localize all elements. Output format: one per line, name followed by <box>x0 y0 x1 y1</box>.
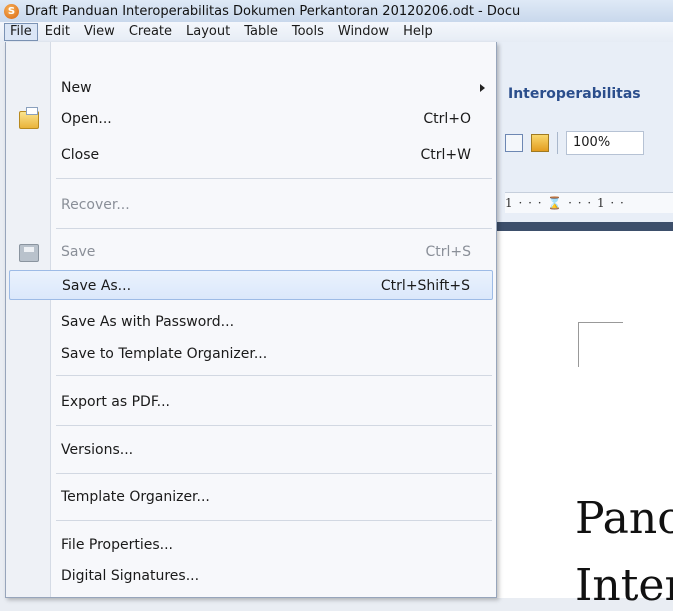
title-bar: S Draft Panduan Interoperabilitas Dokume… <box>0 0 673 22</box>
menu-item-export-pdf[interactable]: Export as PDF... <box>9 387 493 417</box>
menu-item-save-as[interactable]: Save As... Ctrl+Shift+S <box>9 270 493 300</box>
document-tab-title[interactable]: Interoperabilitas <box>508 86 641 102</box>
menu-item-open[interactable]: Open... Ctrl+O <box>9 104 493 134</box>
table-icon[interactable] <box>505 134 523 152</box>
menu-separator <box>56 228 492 229</box>
menu-item-template-organizer[interactable]: Template Organizer... <box>9 482 493 512</box>
menu-item-shortcut: Ctrl+S <box>425 244 471 260</box>
menu-item-label: Export as PDF... <box>61 394 170 410</box>
ruler-border <box>497 222 673 231</box>
menu-table[interactable]: Table <box>237 23 285 41</box>
menu-separator <box>56 520 492 521</box>
menu-item-save-to-template[interactable]: Save to Template Organizer... <box>9 339 493 369</box>
menu-item-recover: Recover... <box>9 190 493 220</box>
menu-item-label: Save As... <box>62 278 132 294</box>
ruler[interactable]: 1 · · · ⌛ · · · 1 · · <box>505 192 673 213</box>
menu-item-label: Open... <box>61 111 112 127</box>
menu-item-label: Digital Signatures... <box>61 568 200 584</box>
zoom-field[interactable]: 100% <box>566 131 644 155</box>
menu-item-shortcut: Ctrl+Shift+S <box>380 278 470 294</box>
menu-tools[interactable]: Tools <box>285 23 331 41</box>
menu-item-shortcut: Ctrl+W <box>420 147 471 163</box>
menu-create[interactable]: Create <box>122 23 179 41</box>
menu-item-save: Save Ctrl+S <box>9 237 493 267</box>
floppy-disk-icon <box>19 244 39 262</box>
menu-item-label: New <box>61 80 92 96</box>
menu-item-close[interactable]: Close Ctrl+W <box>9 140 493 170</box>
open-folder-icon <box>19 107 39 129</box>
menu-item-file-properties[interactable]: File Properties... <box>9 530 493 560</box>
menu-window[interactable]: Window <box>331 23 396 41</box>
menu-separator <box>56 473 492 474</box>
menu-item-shortcut: Ctrl+O <box>423 111 471 127</box>
menu-item-label: Versions... <box>61 442 134 458</box>
menu-view[interactable]: View <box>77 23 122 41</box>
menu-edit[interactable]: Edit <box>38 23 77 41</box>
window-title: Draft Panduan Interoperabilitas Dokumen … <box>25 3 521 19</box>
submenu-arrow-icon <box>480 84 485 92</box>
document-heading-line1: Panc <box>575 493 673 544</box>
menu-help[interactable]: Help <box>396 23 440 41</box>
page-corner-mark <box>578 322 623 367</box>
menu-file[interactable]: File <box>4 23 38 41</box>
menu-item-label: File Properties... <box>61 537 173 553</box>
menu-item-label: Save <box>61 244 96 260</box>
menu-item-label: Save to Template Organizer... <box>61 346 268 362</box>
menu-item-versions[interactable]: Versions... <box>9 435 493 465</box>
file-menu-dropdown: New Open... Ctrl+O Close Ctrl+W Recover.… <box>5 42 497 598</box>
image-icon[interactable] <box>531 134 549 152</box>
menu-item-label: Template Organizer... <box>61 489 210 505</box>
menu-separator <box>56 375 492 376</box>
app-icon: S <box>4 3 19 19</box>
menu-item-label: Save As with Password... <box>61 314 235 330</box>
toolbar-separator <box>557 132 558 154</box>
menu-layout[interactable]: Layout <box>179 23 237 41</box>
menu-bar: File Edit View Create Layout Table Tools… <box>0 22 673 42</box>
menu-item-save-as-password[interactable]: Save As with Password... <box>9 307 493 337</box>
menu-item-new[interactable]: New <box>9 73 493 103</box>
menu-item-digital-signatures[interactable]: Digital Signatures... <box>9 561 493 591</box>
menu-item-label: Close <box>61 147 100 163</box>
menu-item-label: Recover... <box>61 197 130 213</box>
formatting-toolbar: 100% <box>505 131 644 155</box>
menu-separator <box>56 178 492 179</box>
document-heading-line2: Inter <box>575 560 673 611</box>
menu-separator <box>56 425 492 426</box>
